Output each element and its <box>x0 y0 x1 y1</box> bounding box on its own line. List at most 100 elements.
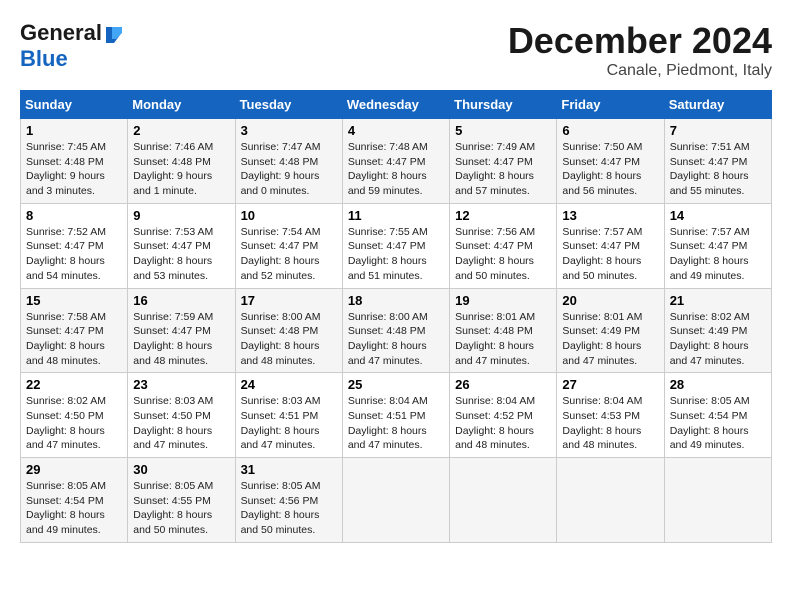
calendar-cell: 28 Sunrise: 8:05 AMSunset: 4:54 PMDayligh… <box>664 373 771 458</box>
logo: General Blue <box>20 20 122 72</box>
day-number: 26 <box>455 377 551 392</box>
cell-info: Sunrise: 8:00 AMSunset: 4:48 PMDaylight:… <box>241 310 337 369</box>
calendar-cell: 4 Sunrise: 7:48 AMSunset: 4:47 PMDaylight… <box>342 119 449 204</box>
calendar-cell: 31 Sunrise: 8:05 AMSunset: 4:56 PMDayligh… <box>235 458 342 543</box>
day-number: 19 <box>455 293 551 308</box>
cell-info: Sunrise: 8:05 AMSunset: 4:54 PMDaylight:… <box>670 394 766 453</box>
day-number: 27 <box>562 377 658 392</box>
day-number: 17 <box>241 293 337 308</box>
cell-info: Sunrise: 8:03 AMSunset: 4:51 PMDaylight:… <box>241 394 337 453</box>
calendar-cell: 22 Sunrise: 8:02 AMSunset: 4:50 PMDayligh… <box>21 373 128 458</box>
day-number: 22 <box>26 377 122 392</box>
calendar-cell <box>664 458 771 543</box>
day-number: 11 <box>348 208 444 223</box>
cell-info: Sunrise: 7:45 AMSunset: 4:48 PMDaylight:… <box>26 140 122 199</box>
location: Canale, Piedmont, Italy <box>508 62 772 80</box>
cell-info: Sunrise: 7:52 AMSunset: 4:47 PMDaylight:… <box>26 225 122 284</box>
day-number: 30 <box>133 462 229 477</box>
cell-info: Sunrise: 7:55 AMSunset: 4:47 PMDaylight:… <box>348 225 444 284</box>
calendar-cell: 30Sunrise: 8:05 AMSunset: 4:55 PMDayligh… <box>128 458 235 543</box>
calendar-week-row: 29 Sunrise: 8:05 AMSunset: 4:54 PMDayligh… <box>21 458 772 543</box>
cell-info: Sunrise: 8:04 AMSunset: 4:51 PMDaylight:… <box>348 394 444 453</box>
cell-info: Sunrise: 7:49 AMSunset: 4:47 PMDaylight:… <box>455 140 551 199</box>
day-number: 15 <box>26 293 122 308</box>
calendar-cell: 9 Sunrise: 7:53 AMSunset: 4:47 PMDaylight… <box>128 203 235 288</box>
col-header-sunday: Sunday <box>21 91 128 119</box>
logo-bird-icon <box>104 25 122 43</box>
cell-info: Sunrise: 8:05 AMSunset: 4:56 PMDaylight:… <box>241 479 337 538</box>
calendar-cell: 1 Sunrise: 7:45 AMSunset: 4:48 PMDaylight… <box>21 119 128 204</box>
calendar-cell: 17 Sunrise: 8:00 AMSunset: 4:48 PMDayligh… <box>235 288 342 373</box>
col-header-saturday: Saturday <box>664 91 771 119</box>
day-number: 25 <box>348 377 444 392</box>
cell-info: Sunrise: 8:05 AMSunset: 4:54 PMDaylight:… <box>26 479 122 538</box>
logo-text-general: General <box>20 20 102 46</box>
cell-info: Sunrise: 7:57 AMSunset: 4:47 PMDaylight:… <box>562 225 658 284</box>
calendar-week-row: 8Sunrise: 7:52 AMSunset: 4:47 PMDaylight… <box>21 203 772 288</box>
col-header-tuesday: Tuesday <box>235 91 342 119</box>
calendar-cell: 7Sunrise: 7:51 AMSunset: 4:47 PMDaylight… <box>664 119 771 204</box>
calendar-week-row: 1 Sunrise: 7:45 AMSunset: 4:48 PMDaylight… <box>21 119 772 204</box>
col-header-monday: Monday <box>128 91 235 119</box>
cell-info: Sunrise: 8:02 AMSunset: 4:50 PMDaylight:… <box>26 394 122 453</box>
day-number: 9 <box>133 208 229 223</box>
page-header: General Blue December 2024 Canale, Piedm… <box>20 20 772 80</box>
cell-info: Sunrise: 7:48 AMSunset: 4:47 PMDaylight:… <box>348 140 444 199</box>
calendar-cell: 10 Sunrise: 7:54 AMSunset: 4:47 PMDayligh… <box>235 203 342 288</box>
calendar-cell: 20 Sunrise: 8:01 AMSunset: 4:49 PMDayligh… <box>557 288 664 373</box>
cell-info: Sunrise: 7:50 AMSunset: 4:47 PMDaylight:… <box>562 140 658 199</box>
cell-info: Sunrise: 7:58 AMSunset: 4:47 PMDaylight:… <box>26 310 122 369</box>
calendar-week-row: 15 Sunrise: 7:58 AMSunset: 4:47 PMDayligh… <box>21 288 772 373</box>
cell-info: Sunrise: 8:04 AMSunset: 4:53 PMDaylight:… <box>562 394 658 453</box>
calendar-cell: 15 Sunrise: 7:58 AMSunset: 4:47 PMDayligh… <box>21 288 128 373</box>
cell-info: Sunrise: 7:47 AMSunset: 4:48 PMDaylight:… <box>241 140 337 199</box>
calendar-cell <box>557 458 664 543</box>
calendar-cell: 26Sunrise: 8:04 AMSunset: 4:52 PMDayligh… <box>450 373 557 458</box>
day-number: 20 <box>562 293 658 308</box>
calendar-cell: 27 Sunrise: 8:04 AMSunset: 4:53 PMDayligh… <box>557 373 664 458</box>
cell-info: Sunrise: 8:01 AMSunset: 4:48 PMDaylight:… <box>455 310 551 369</box>
col-header-thursday: Thursday <box>450 91 557 119</box>
cell-info: Sunrise: 7:46 AMSunset: 4:48 PMDaylight:… <box>133 140 229 199</box>
day-number: 13 <box>562 208 658 223</box>
calendar-cell: 16Sunrise: 7:59 AMSunset: 4:47 PMDayligh… <box>128 288 235 373</box>
day-number: 2 <box>133 123 229 138</box>
calendar-week-row: 22 Sunrise: 8:02 AMSunset: 4:50 PMDayligh… <box>21 373 772 458</box>
day-number: 10 <box>241 208 337 223</box>
cell-info: Sunrise: 8:01 AMSunset: 4:49 PMDaylight:… <box>562 310 658 369</box>
day-number: 29 <box>26 462 122 477</box>
day-number: 3 <box>241 123 337 138</box>
calendar-cell: 13 Sunrise: 7:57 AMSunset: 4:47 PMDayligh… <box>557 203 664 288</box>
day-number: 4 <box>348 123 444 138</box>
calendar-cell: 8Sunrise: 7:52 AMSunset: 4:47 PMDaylight… <box>21 203 128 288</box>
cell-info: Sunrise: 8:03 AMSunset: 4:50 PMDaylight:… <box>133 394 229 453</box>
day-number: 28 <box>670 377 766 392</box>
cell-info: Sunrise: 8:02 AMSunset: 4:49 PMDaylight:… <box>670 310 766 369</box>
calendar-cell <box>450 458 557 543</box>
day-number: 1 <box>26 123 122 138</box>
day-number: 24 <box>241 377 337 392</box>
month-title: December 2024 <box>508 20 772 62</box>
day-number: 23 <box>133 377 229 392</box>
calendar-cell: 25 Sunrise: 8:04 AMSunset: 4:51 PMDayligh… <box>342 373 449 458</box>
cell-info: Sunrise: 7:54 AMSunset: 4:47 PMDaylight:… <box>241 225 337 284</box>
cell-info: Sunrise: 7:59 AMSunset: 4:47 PMDaylight:… <box>133 310 229 369</box>
cell-info: Sunrise: 7:56 AMSunset: 4:47 PMDaylight:… <box>455 225 551 284</box>
calendar-cell: 29 Sunrise: 8:05 AMSunset: 4:54 PMDayligh… <box>21 458 128 543</box>
calendar-cell: 3 Sunrise: 7:47 AMSunset: 4:48 PMDaylight… <box>235 119 342 204</box>
calendar-cell: 6Sunrise: 7:50 AMSunset: 4:47 PMDaylight… <box>557 119 664 204</box>
day-number: 18 <box>348 293 444 308</box>
calendar-cell: 5 Sunrise: 7:49 AMSunset: 4:47 PMDaylight… <box>450 119 557 204</box>
day-number: 5 <box>455 123 551 138</box>
day-number: 7 <box>670 123 766 138</box>
cell-info: Sunrise: 7:53 AMSunset: 4:47 PMDaylight:… <box>133 225 229 284</box>
cell-info: Sunrise: 7:57 AMSunset: 4:47 PMDaylight:… <box>670 225 766 284</box>
day-number: 31 <box>241 462 337 477</box>
calendar-cell: 11 Sunrise: 7:55 AMSunset: 4:47 PMDayligh… <box>342 203 449 288</box>
cell-info: Sunrise: 8:00 AMSunset: 4:48 PMDaylight:… <box>348 310 444 369</box>
title-block: December 2024 Canale, Piedmont, Italy <box>508 20 772 80</box>
calendar-cell: 24 Sunrise: 8:03 AMSunset: 4:51 PMDayligh… <box>235 373 342 458</box>
calendar-cell: 21Sunrise: 8:02 AMSunset: 4:49 PMDayligh… <box>664 288 771 373</box>
day-number: 12 <box>455 208 551 223</box>
logo-text-blue: Blue <box>20 46 68 71</box>
